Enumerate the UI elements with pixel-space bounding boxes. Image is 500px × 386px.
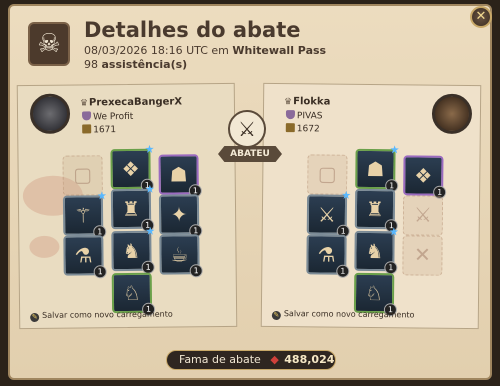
- blood-stain: [29, 235, 60, 259]
- victim-equipment-slot[interactable]: ♞ 1 ★: [354, 225, 399, 275]
- enchant-star-icon: ★: [389, 143, 400, 157]
- killer-avatar[interactable]: [29, 93, 71, 135]
- victim-equipment-slot[interactable]: ♘ 1: [353, 272, 397, 317]
- cape-icon: ❖: [121, 156, 140, 182]
- victim-equipment-slot[interactable]: ❖ 1: [403, 155, 447, 199]
- sword-icon: ⚔: [317, 202, 337, 227]
- victim-card: ♛Flokka PIVAS 1672 ▢ ☗ 1 ★ ❖ 1 ⚔ 1 ★ ♜ 1 ⚔ ⚗ 1 ♞ 1 ★ ✕ ♘ 1 …: [260, 82, 482, 330]
- empty-bag-icon: ▢: [317, 161, 337, 186]
- potion-icon: ⚗: [74, 243, 93, 268]
- killer-equipment-slot[interactable]: ⚚ 1 ★: [62, 189, 107, 239]
- kill-location: Whitewall Pass: [232, 44, 327, 57]
- killer-card: ♛PrexecaBangerX We Profit 1671 ▢ ❖ 1 ★ ☗ 1 ⚚ 1 ★…: [16, 82, 238, 330]
- mount-icon: ♘: [122, 280, 142, 306]
- hood-icon: ☗: [169, 162, 188, 187]
- helmet-icon: ☗: [366, 156, 385, 182]
- killer-save-loadout-button[interactable]: ✎ Salvar como novo carregamento: [30, 310, 173, 323]
- assist-count-line: 98 assistência(s): [84, 58, 187, 71]
- enchant-star-icon: ★: [388, 225, 399, 239]
- kill-timestamp-location: 08/03/2026 18:16 UTC em Whitewall Pass: [84, 44, 326, 57]
- plate-armor-icon: ♜: [365, 196, 385, 222]
- killer-equipment-slot[interactable]: ♞ 1 ★: [111, 225, 155, 274]
- shoes-icon: ♞: [122, 238, 141, 264]
- killer-equipment-slot[interactable]: ♜ 1 ★: [110, 183, 155, 232]
- victim-equipment-slot[interactable]: ☗ 1 ★: [355, 143, 400, 193]
- empty-food-icon: ✕: [413, 242, 431, 267]
- enchant-star-icon: ★: [144, 182, 155, 196]
- empty-offhand-icon: ⚔: [413, 202, 433, 227]
- victim-save-loadout-button[interactable]: ✎ Salvar como novo carregamento: [271, 309, 415, 321]
- killer-equipment-slot[interactable]: ☗ 1: [158, 154, 202, 198]
- enchant-star-icon: ★: [96, 189, 107, 203]
- fire-staff-icon: ⚚: [74, 203, 93, 228]
- item-power-icon: [82, 124, 92, 134]
- item-quantity-badge: 1: [93, 265, 107, 279]
- fame-value: 488,024: [284, 353, 335, 366]
- enchant-star-icon: ★: [144, 142, 155, 156]
- victim-guild: PIVAS: [285, 110, 323, 121]
- killer-item-power: 1671: [82, 124, 116, 135]
- kill-timestamp: 08/03/2026 18:16 UTC em: [84, 44, 229, 57]
- kill-verdict-banner: ABATEU: [218, 146, 282, 162]
- mount-icon: ♘: [364, 280, 384, 306]
- victim-equipment-slot[interactable]: ⚔: [402, 195, 444, 236]
- close-button[interactable]: ✕: [470, 6, 492, 28]
- empty-bag-icon: ▢: [73, 162, 93, 187]
- boots-icon: ♞: [365, 238, 384, 264]
- offhand-tome-icon: ✦: [170, 202, 188, 227]
- killer-equipment-slot[interactable]: ♘ 1: [111, 272, 156, 316]
- victim-item-power: 1672: [285, 123, 320, 134]
- enchant-star-icon: ★: [341, 188, 352, 202]
- victim-equipment-slot[interactable]: ⚗ 1: [306, 234, 350, 278]
- guild-shield-icon: [285, 110, 295, 120]
- skull-crossbones-icon: ☠: [28, 22, 70, 66]
- save-loadout-icon: ✎: [271, 310, 281, 321]
- fame-label: Fama de abate: [179, 353, 261, 366]
- victim-equipment-slot[interactable]: ⚔ 1 ★: [306, 189, 351, 238]
- food-icon: ☕: [170, 242, 189, 267]
- killer-equipment-slot[interactable]: ✦ 1: [158, 194, 203, 238]
- page-title: Detalhes do abate: [84, 18, 301, 42]
- crown-icon: ♛: [284, 97, 293, 108]
- victim-equipment-slot[interactable]: ✕: [402, 235, 443, 276]
- victim-equipment-slot[interactable]: ♜ 1: [354, 188, 398, 233]
- potion-icon: ⚗: [317, 242, 336, 267]
- robe-icon: ♜: [121, 196, 141, 222]
- killer-name[interactable]: ♛PrexecaBangerX: [80, 96, 182, 108]
- item-quantity-badge: 1: [336, 264, 350, 278]
- killer-equipment-grid: ▢ ❖ 1 ★ ☗ 1 ⚚ 1 ★ ♜ 1 ★ ✦ 1 ⚗ 1 ♞ 1 ★ ☕ 1 ♘ 1: [18, 84, 234, 316]
- victim-equipment-grid: ▢ ☗ 1 ★ ❖ 1 ⚔ 1 ★ ♜ 1 ⚔ ⚗ 1 ♞ 1 ★ ✕ ♘ 1: [264, 84, 480, 317]
- crown-icon: ♛: [79, 98, 89, 109]
- save-loadout-icon: ✎: [30, 312, 40, 323]
- assist-label: assistência(s): [101, 58, 188, 71]
- guild-shield-icon: [82, 111, 92, 121]
- killer-equipment-slot[interactable]: ⚗ 1: [63, 235, 107, 279]
- kill-fame-bar: Fama de abate ◆ 488,024: [166, 350, 336, 370]
- fame-gem-icon: ◆: [270, 353, 279, 366]
- victim-avatar[interactable]: [431, 93, 473, 135]
- victim-name[interactable]: ♛Flokka: [284, 96, 330, 107]
- killer-equipment-slot[interactable]: ☕ 1: [159, 234, 203, 278]
- killer-guild: We Profit: [82, 111, 133, 123]
- crossed-swords-icon: ⚔: [228, 110, 266, 148]
- item-quantity-badge: 1: [189, 264, 203, 278]
- close-icon: ✕: [475, 9, 487, 24]
- item-power-icon: [285, 123, 295, 133]
- assist-count: 98: [84, 58, 98, 71]
- cape-icon: ❖: [414, 163, 433, 188]
- enchant-star-icon: ★: [145, 224, 156, 238]
